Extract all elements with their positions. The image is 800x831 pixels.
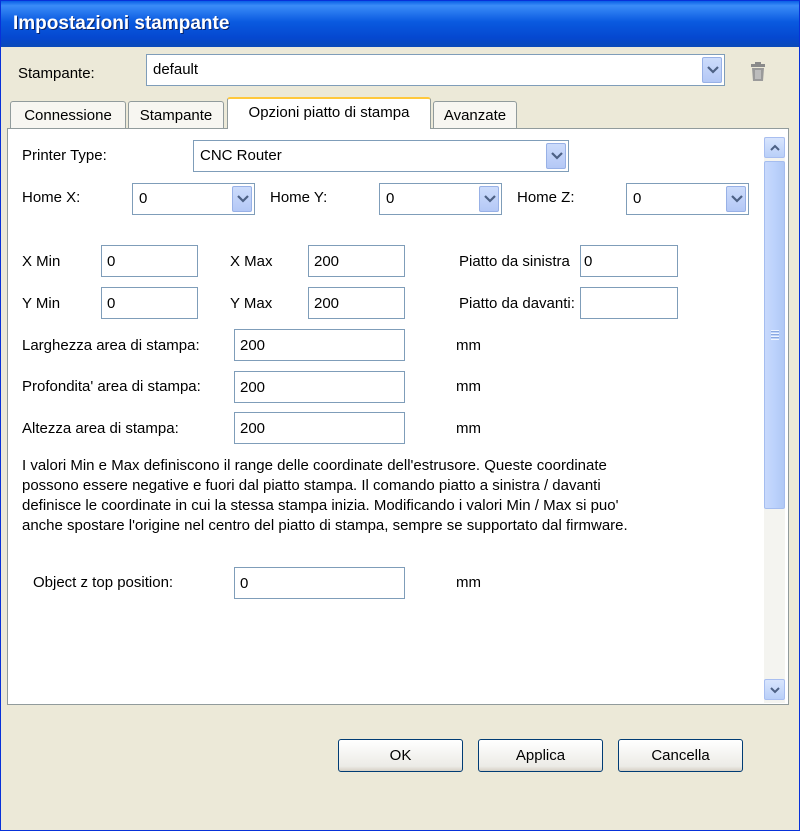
width-input[interactable]: 200 — [234, 329, 405, 361]
trash-icon[interactable] — [748, 61, 768, 83]
y-min-label: Y Min — [22, 295, 61, 312]
y-max-label: Y Max — [230, 295, 273, 312]
width-label: Larghezza area di stampa: — [22, 337, 200, 354]
tab-connessione[interactable]: Connessione — [10, 101, 126, 128]
grip-icon — [771, 330, 779, 340]
x-max-input[interactable]: 200 — [308, 245, 405, 277]
home-x-label: Home X: — [22, 189, 81, 206]
title-bar[interactable]: Impostazioni stampante — [1, 1, 799, 47]
depth-label: Profondita' area di stampa: — [22, 378, 201, 395]
y-max-input[interactable]: 200 — [308, 287, 405, 319]
ok-button-label: OK — [389, 747, 412, 764]
y-max-value: 200 — [314, 295, 340, 312]
info-line: I valori Min e Max definiscono il range … — [22, 457, 607, 474]
tab-opzioni-piatto[interactable]: Opzioni piatto di stampa — [227, 97, 431, 129]
home-z-select[interactable]: 0 — [626, 183, 749, 215]
chevron-down-icon[interactable] — [232, 186, 252, 212]
tab-label: Stampante — [139, 107, 213, 124]
printer-select-value: default — [153, 61, 199, 78]
ok-button[interactable]: OK — [338, 739, 463, 772]
height-input[interactable]: 200 — [234, 412, 405, 444]
chevron-down-icon[interactable] — [479, 186, 499, 212]
window-title: Impostazioni stampante — [13, 13, 230, 34]
home-x-value: 0 — [139, 190, 148, 207]
home-z-value: 0 — [633, 190, 642, 207]
home-z-label: Home Z: — [517, 189, 575, 206]
tab-label: Opzioni piatto di stampa — [248, 104, 410, 121]
printer-type-value: CNC Router — [200, 147, 282, 164]
home-y-select[interactable]: 0 — [379, 183, 502, 215]
bed-left-value: 0 — [584, 253, 593, 270]
height-value: 200 — [240, 420, 266, 437]
info-line: definisce le coordinate in cui la stessa… — [22, 497, 619, 514]
printer-settings-dialog: Impostazioni stampante Stampante: defaul… — [0, 0, 800, 831]
info-text: I valori Min e Max definiscono il range … — [22, 456, 742, 536]
chevron-down-icon[interactable] — [702, 57, 722, 83]
height-unit: mm — [456, 420, 481, 437]
home-x-select[interactable]: 0 — [132, 183, 255, 215]
height-label: Altezza area di stampa: — [22, 420, 179, 437]
scroll-up-button[interactable] — [764, 137, 785, 158]
info-line: anche spostare l'origine nel centro del … — [22, 517, 628, 534]
object-z-value: 0 — [240, 575, 249, 592]
scroll-down-button[interactable] — [764, 679, 785, 700]
cancel-button[interactable]: Cancella — [618, 739, 743, 772]
cancel-button-label: Cancella — [651, 747, 710, 764]
chevron-down-icon[interactable] — [546, 143, 566, 169]
y-min-value: 0 — [107, 295, 116, 312]
object-z-input[interactable]: 0 — [234, 567, 405, 599]
x-min-input[interactable]: 0 — [101, 245, 198, 277]
tab-label: Connessione — [24, 107, 112, 124]
tab-stampante[interactable]: Stampante — [128, 101, 224, 128]
x-min-value: 0 — [107, 253, 116, 270]
chevron-down-icon[interactable] — [726, 186, 746, 212]
home-y-value: 0 — [386, 190, 395, 207]
home-y-label: Home Y: — [270, 189, 328, 206]
info-line: possono essere negative e fuori dal piat… — [22, 477, 601, 494]
bed-left-input[interactable]: 0 — [580, 245, 678, 277]
depth-unit: mm — [456, 378, 481, 395]
bed-front-input[interactable] — [580, 287, 678, 319]
bed-front-label: Piatto da davanti: — [459, 295, 575, 312]
tab-avanzate[interactable]: Avanzate — [433, 101, 517, 128]
bed-left-label: Piatto da sinistra — [459, 253, 570, 270]
y-min-input[interactable]: 0 — [101, 287, 198, 319]
x-max-value: 200 — [314, 253, 340, 270]
object-z-unit: mm — [456, 574, 481, 591]
apply-button[interactable]: Applica — [478, 739, 603, 772]
x-min-label: X Min — [22, 253, 61, 270]
depth-value: 200 — [240, 379, 266, 396]
x-max-label: X Max — [230, 253, 273, 270]
apply-button-label: Applica — [515, 747, 566, 764]
depth-input[interactable]: 200 — [234, 371, 405, 403]
printer-type-select[interactable]: CNC Router — [193, 140, 569, 172]
scroll-thumb[interactable] — [764, 161, 785, 509]
vertical-scrollbar[interactable] — [764, 137, 785, 703]
object-z-label: Object z top position: — [33, 574, 174, 591]
printer-label: Stampante: — [18, 65, 95, 82]
tab-label: Avanzate — [443, 107, 507, 124]
width-value: 200 — [240, 337, 266, 354]
printer-type-label: Printer Type: — [22, 147, 107, 164]
printer-select[interactable]: default — [146, 54, 725, 86]
width-unit: mm — [456, 337, 481, 354]
